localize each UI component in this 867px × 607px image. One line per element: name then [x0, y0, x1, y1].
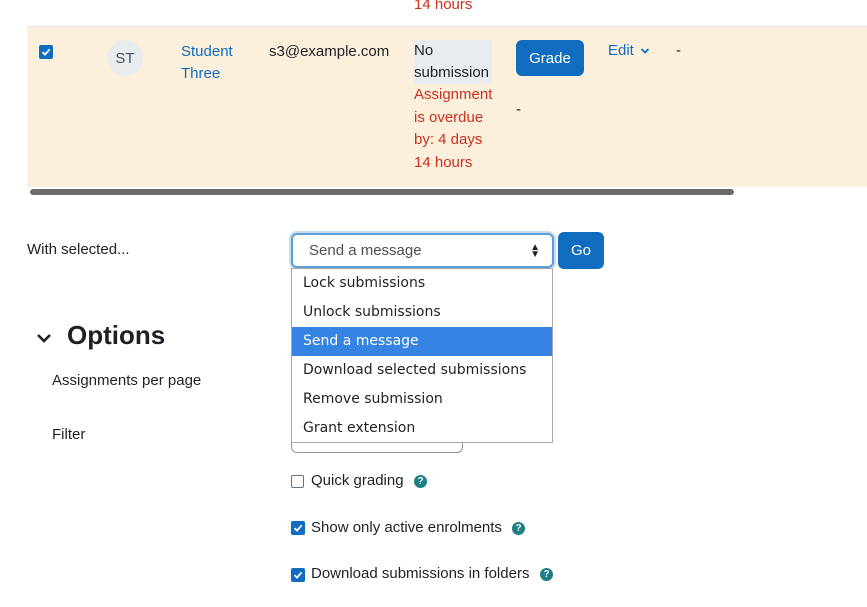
download-in-folders-checkbox[interactable] [291, 568, 305, 582]
status-line1: No [414, 40, 492, 62]
dropdown-option-selected[interactable]: Send a message [292, 327, 552, 356]
edit-label: Edit [608, 42, 634, 59]
bulk-action-selected-value: Send a message [309, 242, 422, 259]
checkmark-icon [293, 524, 303, 532]
submission-status: No submission Assignment is overdue by: … [414, 40, 492, 174]
horizontal-scrollbar-thumb[interactable] [30, 189, 734, 195]
collapse-chevron-icon[interactable] [36, 332, 52, 344]
dropdown-option[interactable]: Download selected submissions [292, 356, 552, 385]
overdue-line2: is overdue [414, 108, 484, 126]
student-name-link[interactable]: Student Three [181, 41, 233, 85]
options-heading: Options [67, 320, 166, 350]
overdue-line3: by: 4 days [414, 131, 483, 148]
with-selected-label: With selected... [27, 241, 130, 258]
student-email: s3@example.com [269, 43, 390, 60]
avatar: ST [107, 40, 143, 76]
previous-row-overdue-text: 14 hours [414, 0, 473, 13]
select-arrows-icon: ▲ ▼ [530, 242, 540, 260]
help-icon[interactable]: ? [414, 475, 427, 488]
bulk-action-dropdown-list: Lock submissions Unlock submissions Send… [291, 268, 553, 443]
help-icon[interactable]: ? [540, 568, 553, 581]
grade-button[interactable]: Grade [516, 40, 584, 76]
assignments-per-page-label: Assignments per page [52, 372, 202, 389]
dropdown-option[interactable]: Unlock submissions [292, 298, 552, 327]
download-in-folders-label: Download submissions in folders [311, 565, 530, 582]
edit-menu[interactable]: Edit [608, 42, 650, 59]
show-active-enrolments-checkbox[interactable] [291, 521, 305, 535]
row-select-checkbox[interactable] [39, 45, 53, 59]
overdue-line4: 14 hours [414, 153, 473, 171]
grade-value: - [516, 101, 521, 118]
student-name-line1: Student [181, 43, 233, 60]
bulk-action-select[interactable]: Send a message ▲ ▼ [291, 233, 554, 268]
quick-grading-label: Quick grading [311, 472, 404, 489]
go-button[interactable]: Go [558, 232, 604, 269]
row-last-column-value: - [676, 42, 681, 59]
filter-label: Filter [52, 426, 86, 443]
dropdown-option[interactable]: Lock submissions [292, 269, 552, 298]
chevron-down-icon [640, 47, 649, 54]
quick-grading-checkbox[interactable] [291, 475, 304, 488]
student-name-line2: Three [181, 65, 221, 82]
checkmark-icon [293, 571, 303, 579]
help-icon[interactable]: ? [512, 522, 525, 535]
checkmark-icon [41, 48, 51, 56]
dropdown-option[interactable]: Remove submission [292, 385, 552, 414]
show-active-enrolments-label: Show only active enrolments [311, 519, 502, 536]
overdue-line1: Assignment [414, 86, 493, 103]
status-line2: submission [414, 62, 492, 84]
dropdown-option[interactable]: Grant extension [292, 414, 552, 443]
